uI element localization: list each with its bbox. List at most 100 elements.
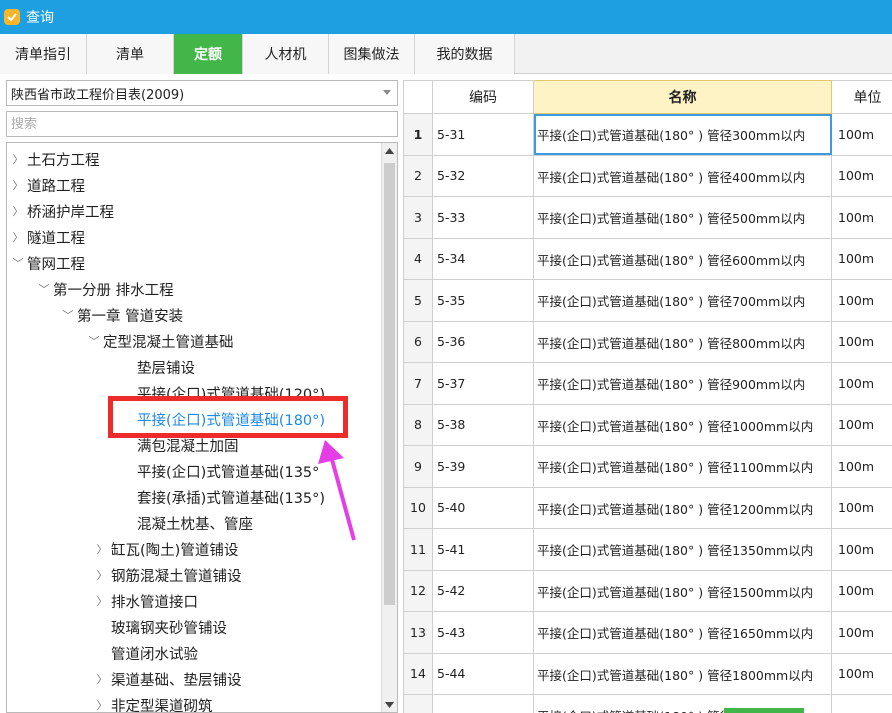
row-unit[interactable]: 100m xyxy=(831,403,892,446)
tab-atlas-method[interactable]: 图集做法 xyxy=(329,34,415,74)
tree-item-pillow-base[interactable]: 混凝土枕基、管座 xyxy=(137,510,253,536)
tree-item-earthwork[interactable]: 〉土石方工程 xyxy=(9,146,100,172)
row-name[interactable]: 平接(企口)式管道基础(180° ) 管径1000mm以内 xyxy=(533,403,832,446)
tree-item-channel-masonry[interactable]: 〉非定型渠道砌筑 xyxy=(93,692,213,713)
library-select[interactable]: 陕西省市政工程价目表(2009) xyxy=(6,80,398,106)
chevron-right-icon[interactable]: 〉 xyxy=(9,203,27,219)
search-input[interactable] xyxy=(6,111,398,137)
row-code[interactable]: 5-36 xyxy=(432,320,534,363)
row-unit[interactable]: 100m xyxy=(831,652,892,695)
row-code[interactable] xyxy=(432,694,534,713)
table-row[interactable]: 4 5-34 平接(企口)式管道基础(180° ) 管径600mm以内 100m xyxy=(403,237,892,280)
tree-item-bridge[interactable]: 〉桥涵护岸工程 xyxy=(9,198,115,224)
chevron-right-icon[interactable]: 〉 xyxy=(93,541,111,557)
table-row[interactable]: 5 5-35 平接(企口)式管道基础(180° ) 管径700mm以内 100m xyxy=(403,279,892,322)
row-unit[interactable] xyxy=(831,694,892,713)
table-row[interactable]: 6 5-36 平接(企口)式管道基础(180° ) 管径800mm以内 100m xyxy=(403,320,892,363)
tree-item-socket-135[interactable]: 套接(承插)式管道基础(135°) xyxy=(137,484,325,510)
row-unit[interactable]: 100m xyxy=(831,237,892,280)
row-name[interactable]: 平接(企口)式管道基础(180° ) 管径800mm以内 xyxy=(533,320,832,363)
row-unit[interactable]: 100m xyxy=(831,196,892,239)
tab-list-guide[interactable]: 清单指引 xyxy=(0,34,87,74)
header-unit[interactable]: 单位 xyxy=(831,80,892,114)
tree-scrollbar[interactable] xyxy=(381,143,397,712)
row-name[interactable]: 平接(企口)式管道基础(180° ) 管径1650mm以内 xyxy=(533,611,832,654)
chevron-right-icon[interactable]: 〉 xyxy=(9,229,27,245)
table-row[interactable]: 1 5-31 平接(企口)式管道基础(180° ) 管径300mm以内 100m xyxy=(403,113,892,156)
scroll-up-icon[interactable] xyxy=(382,143,397,158)
row-code[interactable]: 5-44 xyxy=(432,652,534,695)
row-name[interactable]: 平接(企口)式管道基础(180° ) 管径600mm以内 xyxy=(533,237,832,280)
header-name[interactable]: 名称 xyxy=(533,80,832,114)
row-code[interactable]: 5-41 xyxy=(432,528,534,571)
row-name[interactable]: 平接(企口)式管道基础(180° ) 管径1100mm以内 xyxy=(533,445,832,488)
chevron-down-icon[interactable]: ﹀ xyxy=(59,307,77,323)
table-row[interactable]: 13 5-43 平接(企口)式管道基础(180° ) 管径1650mm以内 10… xyxy=(403,611,892,654)
chevron-right-icon[interactable]: 〉 xyxy=(93,567,111,583)
row-unit[interactable]: 100m xyxy=(831,486,892,529)
tree-item-pipe-joint[interactable]: 〉排水管道接口 xyxy=(93,588,199,614)
tab-quota[interactable]: 定额 xyxy=(174,34,243,74)
row-name[interactable]: 平接(企口)式管道基础(180° ) 管径400mm以内 xyxy=(533,154,832,197)
tree-item-tunnel[interactable]: 〉隧道工程 xyxy=(9,224,86,250)
row-name[interactable]: 平接(企口)式管道基础(180° ) 管径1200mm以内 xyxy=(533,486,832,529)
row-code[interactable]: 5-35 xyxy=(432,279,534,322)
row-code[interactable]: 5-33 xyxy=(432,196,534,239)
chevron-down-icon[interactable]: ﹀ xyxy=(35,281,53,297)
table-row[interactable]: 9 5-39 平接(企口)式管道基础(180° ) 管径1100mm以内 100… xyxy=(403,445,892,488)
table-row[interactable]: 8 5-38 平接(企口)式管道基础(180° ) 管径1000mm以内 100… xyxy=(403,403,892,446)
row-name[interactable]: 平接(企口)式管道基础(180° ) 管径1500mm以内 xyxy=(533,569,832,612)
chevron-down-icon[interactable]: ﹀ xyxy=(85,333,103,349)
row-name[interactable]: 平接(企口)式管道基础(180° ) 管径300mm以内 xyxy=(533,113,832,156)
header-code[interactable]: 编码 xyxy=(432,80,534,114)
chevron-right-icon[interactable]: 〉 xyxy=(93,697,111,712)
row-unit[interactable]: 100m xyxy=(831,528,892,571)
row-code[interactable]: 5-31 xyxy=(432,113,534,156)
row-unit[interactable]: 100m xyxy=(831,320,892,363)
tab-my-data[interactable]: 我的数据 xyxy=(415,34,515,74)
tree-item-rc-pipe[interactable]: 〉钢筋混凝土管道铺设 xyxy=(93,562,242,588)
row-unit[interactable]: 100m xyxy=(831,154,892,197)
scroll-down-icon[interactable] xyxy=(382,697,397,712)
dropdown-arrow-icon[interactable] xyxy=(383,90,391,95)
table-row[interactable]: 平接(企口)式管道基础(180° ) 管径2000mm xyxy=(403,694,892,713)
row-unit[interactable]: 100m xyxy=(831,569,892,612)
row-name[interactable]: 平接(企口)式管道基础(180° ) 管径500mm以内 xyxy=(533,196,832,239)
tree-item-chapter-pipe-install[interactable]: ﹀ 第一章 管道安装 xyxy=(59,302,184,328)
tree-item-channel-base[interactable]: 〉渠道基础、垫层铺设 xyxy=(93,666,242,692)
scroll-thumb[interactable] xyxy=(384,163,395,605)
row-unit[interactable]: 100m xyxy=(831,362,892,405)
row-name[interactable]: 平接(企口)式管道基础(180° ) 管径700mm以内 xyxy=(533,279,832,322)
chevron-right-icon[interactable]: 〉 xyxy=(9,151,27,167)
tree-item-volume-drainage[interactable]: ﹀ 第一分册 排水工程 xyxy=(35,276,174,302)
row-code[interactable]: 5-34 xyxy=(432,237,534,280)
bottom-button-edge[interactable] xyxy=(724,708,804,713)
table-row[interactable]: 3 5-33 平接(企口)式管道基础(180° ) 管径500mm以内 100m xyxy=(403,196,892,239)
row-name[interactable]: 平接(企口)式管道基础(180° ) 管径1350mm以内 xyxy=(533,528,832,571)
row-unit[interactable]: 100m xyxy=(831,279,892,322)
table-row[interactable]: 10 5-40 平接(企口)式管道基础(180° ) 管径1200mm以内 10… xyxy=(403,486,892,529)
row-unit[interactable]: 100m xyxy=(831,611,892,654)
row-name[interactable]: 平接(企口)式管道基础(180° ) 管径1800mm以内 xyxy=(533,652,832,695)
row-code[interactable]: 5-39 xyxy=(432,445,534,488)
row-unit[interactable]: 100m xyxy=(831,113,892,156)
chevron-right-icon[interactable]: 〉 xyxy=(93,671,111,687)
chevron-right-icon[interactable]: 〉 xyxy=(9,177,27,193)
row-unit[interactable]: 100m xyxy=(831,445,892,488)
row-code[interactable]: 5-40 xyxy=(432,486,534,529)
table-row[interactable]: 2 5-32 平接(企口)式管道基础(180° ) 管径400mm以内 100m xyxy=(403,154,892,197)
row-name[interactable]: 平接(企口)式管道基础(180° ) 管径900mm以内 xyxy=(533,362,832,405)
tree-item-concrete-pipe-foundation[interactable]: ﹀ 定型混凝土管道基础 xyxy=(85,328,234,354)
table-row[interactable]: 7 5-37 平接(企口)式管道基础(180° ) 管径900mm以内 100m xyxy=(403,362,892,405)
tree-item-frp-pipe[interactable]: 玻璃钢夹砂管铺设 xyxy=(111,614,227,640)
tree-item-water-test[interactable]: 管道闭水试验 xyxy=(111,640,198,666)
chevron-down-icon[interactable]: ﹀ xyxy=(9,255,27,271)
chevron-right-icon[interactable]: 〉 xyxy=(93,593,111,609)
row-code[interactable]: 5-37 xyxy=(432,362,534,405)
row-code[interactable]: 5-43 xyxy=(432,611,534,654)
tab-labor-material-machine[interactable]: 人材机 xyxy=(243,34,329,74)
table-row[interactable]: 12 5-42 平接(企口)式管道基础(180° ) 管径1500mm以内 10… xyxy=(403,569,892,612)
tab-bill[interactable]: 清单 xyxy=(87,34,174,74)
tree-item-pipe-network[interactable]: ﹀ 管网工程 xyxy=(9,250,86,276)
tree-item-flat-135[interactable]: 平接(企口)式管道基础(135° xyxy=(137,458,319,484)
